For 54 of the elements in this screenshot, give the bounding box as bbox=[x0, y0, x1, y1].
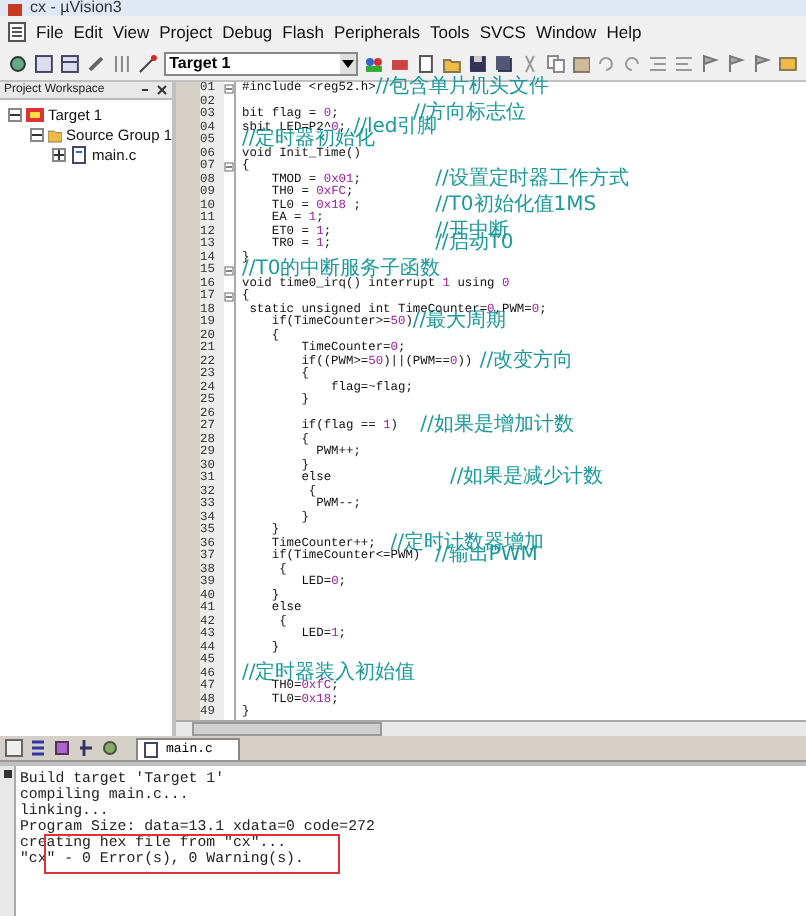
caret-icon[interactable] bbox=[342, 60, 355, 68]
save-icon[interactable] bbox=[467, 54, 488, 74]
chip-icon[interactable] bbox=[389, 54, 410, 74]
flag-icon[interactable] bbox=[726, 54, 747, 74]
undo-icon[interactable] bbox=[596, 54, 617, 74]
fold-toggle-icon[interactable] bbox=[224, 265, 234, 276]
fold-toggle-icon[interactable] bbox=[224, 161, 234, 172]
window-icon[interactable] bbox=[33, 54, 54, 74]
save-all-icon[interactable] bbox=[493, 54, 514, 74]
menu-item[interactable]: SVCS bbox=[479, 19, 526, 45]
copy-icon[interactable] bbox=[545, 54, 566, 74]
menu-item[interactable]: View bbox=[112, 19, 150, 45]
scroll-thumb[interactable] bbox=[192, 722, 382, 736]
flag-icon[interactable] bbox=[752, 54, 773, 74]
menu-item[interactable]: Window bbox=[535, 19, 597, 45]
fold-toggle-icon[interactable] bbox=[224, 291, 234, 302]
fold-toggle-icon[interactable] bbox=[224, 83, 234, 94]
document-icon bbox=[8, 22, 26, 42]
pin-icon bbox=[3, 770, 11, 778]
file-icon bbox=[144, 742, 158, 758]
folder-icon bbox=[48, 125, 63, 143]
paste-icon[interactable] bbox=[571, 54, 591, 74]
collapse-toggle[interactable] bbox=[30, 127, 44, 141]
redo-icon[interactable] bbox=[622, 54, 643, 74]
outdent-icon[interactable] bbox=[674, 54, 695, 74]
list-icon[interactable] bbox=[28, 738, 48, 758]
menu-item[interactable]: File bbox=[36, 19, 64, 45]
wand-icon[interactable] bbox=[137, 54, 158, 74]
gear-icon[interactable] bbox=[8, 54, 28, 74]
collapse-toggle[interactable] bbox=[8, 107, 22, 121]
folder-icon[interactable] bbox=[441, 54, 462, 74]
menu-item[interactable]: Project bbox=[159, 19, 213, 45]
indent-icon[interactable] bbox=[648, 54, 669, 74]
menu-item[interactable]: Help bbox=[606, 19, 642, 45]
menu-item[interactable]: Tools bbox=[429, 19, 470, 45]
close-icon[interactable] bbox=[140, 84, 168, 96]
menu-item[interactable]: Edit bbox=[73, 19, 103, 45]
expand-toggle[interactable] bbox=[52, 147, 66, 161]
people-icon[interactable] bbox=[364, 54, 384, 74]
bookmark-icon[interactable] bbox=[778, 54, 798, 74]
window-title: cx - µVision3 bbox=[30, 0, 122, 16]
gear-icon[interactable] bbox=[100, 738, 120, 758]
menu-item[interactable]: Flash bbox=[282, 19, 324, 45]
file-icon bbox=[70, 145, 88, 163]
horizontal-scrollbar[interactable] bbox=[176, 720, 806, 736]
flag-icon[interactable] bbox=[700, 54, 721, 74]
pencil-icon[interactable] bbox=[85, 54, 106, 74]
menu-item[interactable]: Debug bbox=[222, 19, 273, 45]
new-file-icon[interactable] bbox=[415, 54, 436, 74]
target-dropdown[interactable]: Target 1 bbox=[163, 52, 359, 76]
app-icon bbox=[8, 4, 22, 16]
menu-item[interactable]: Peripherals bbox=[333, 19, 420, 45]
target-icon bbox=[26, 105, 44, 123]
window-icon[interactable] bbox=[59, 54, 80, 74]
